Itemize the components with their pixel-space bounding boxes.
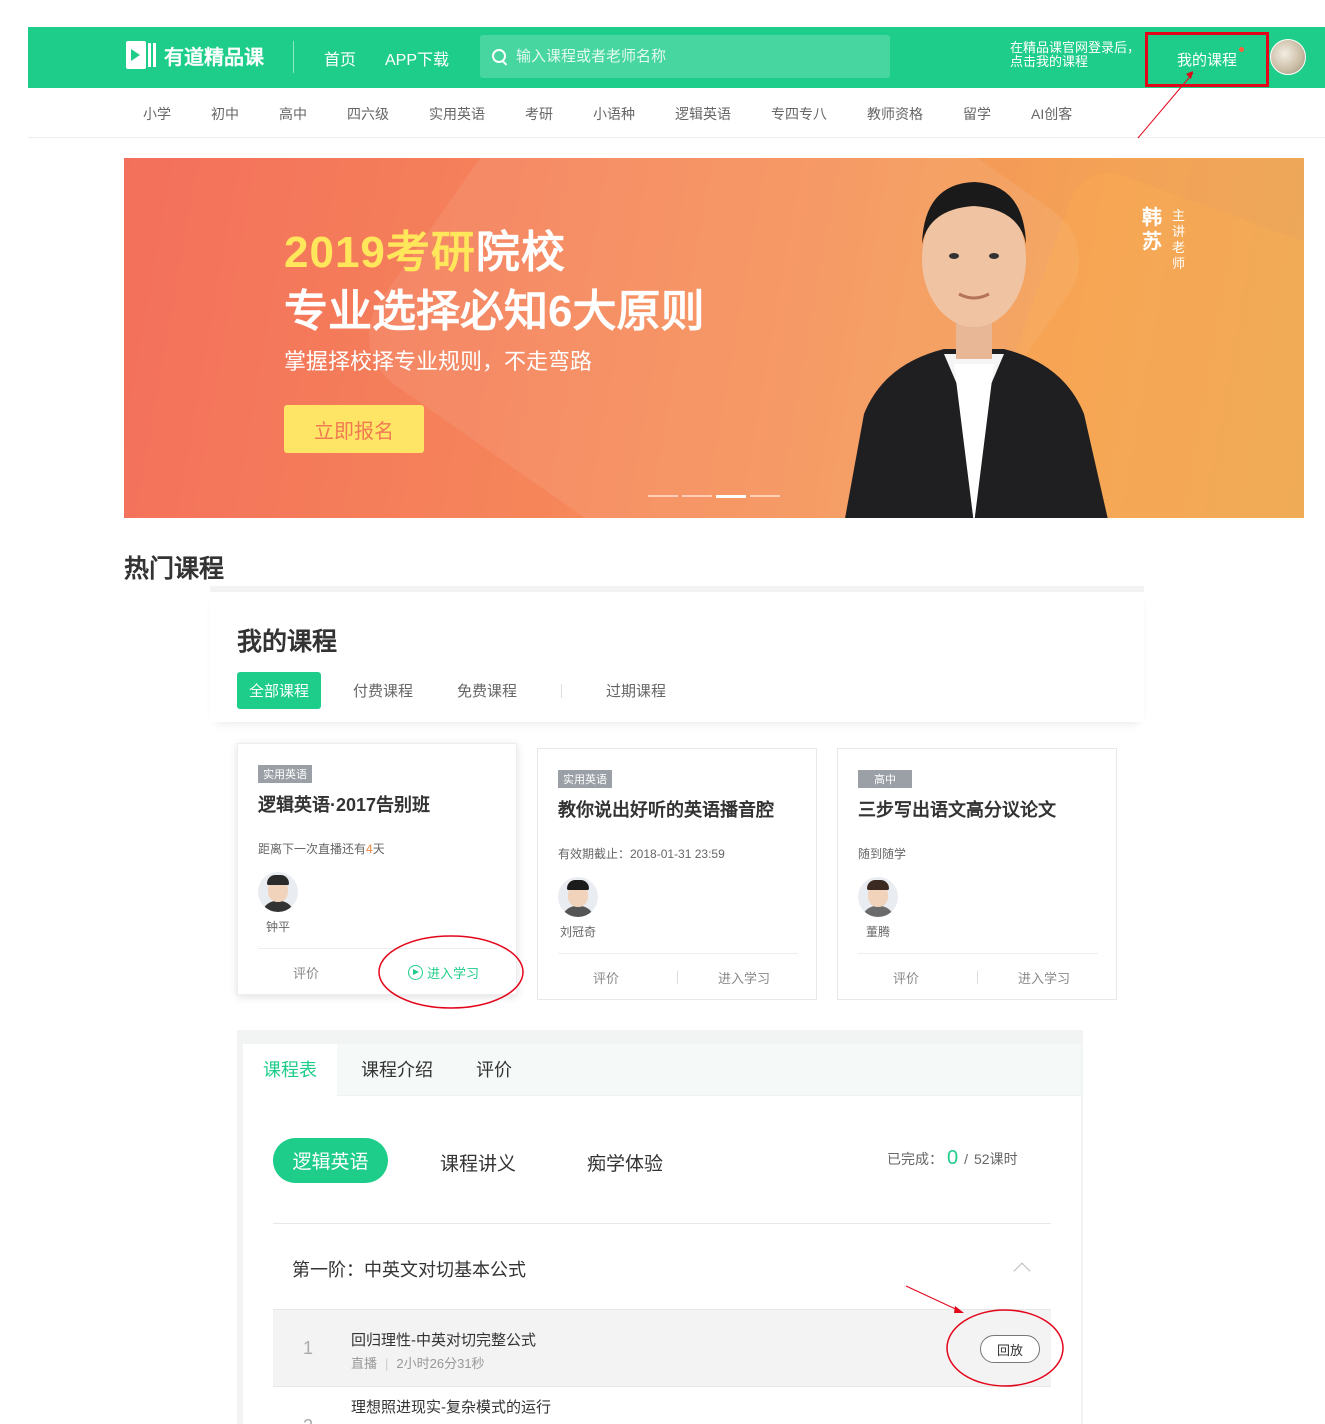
subtab-experience[interactable]: 痴学体验: [587, 1149, 663, 1176]
rate-button[interactable]: 评价: [593, 968, 619, 987]
teacher-avatar: [858, 877, 898, 917]
category-bar: 小学 初中 高中 四六级 实用英语 考研 小语种 逻辑英语 专四专八 教师资格 …: [28, 88, 1325, 138]
teacher-name: 钟平: [265, 920, 290, 934]
banner-subtitle: 掌握择校择专业规则，不走弯路: [284, 349, 593, 374]
banner-headline-2: 专业选择必知6大原则: [284, 287, 705, 336]
course-tag: 实用英语: [558, 770, 612, 788]
completed-count: 0: [947, 1147, 959, 1169]
search-input[interactable]: [516, 48, 866, 65]
teacher-photo: [845, 182, 1108, 518]
tab-introduction[interactable]: 课程介绍: [361, 1044, 433, 1096]
lesson-title: 理想照进现实-复杂模式的运行: [351, 1399, 551, 1416]
search-icon: [492, 48, 508, 65]
lesson-number: 2: [303, 1416, 313, 1424]
carousel-dot[interactable]: [648, 495, 678, 497]
logo-text: 有道精品课: [164, 46, 264, 69]
phase-title[interactable]: 第一阶：中英文对切基本公式: [292, 1256, 526, 1282]
nav-home[interactable]: 首页: [324, 46, 356, 70]
user-avatar[interactable]: [1270, 39, 1306, 75]
tab-expired-courses[interactable]: 过期课程: [606, 680, 666, 701]
tab-separator: [561, 683, 563, 698]
tab-reviews[interactable]: 评价: [476, 1044, 512, 1096]
my-courses-button[interactable]: 我的课程: [1145, 32, 1269, 87]
teacher-name: 刘冠奇: [559, 925, 596, 939]
lesson-title: 回归理性-中英对切完整公式: [351, 1332, 536, 1349]
notification-dot: [1239, 47, 1244, 52]
rate-button[interactable]: 评价: [893, 968, 919, 987]
lesson-number: 1: [303, 1338, 314, 1358]
detail-tabs: 课程表 课程介绍 评价: [243, 1044, 1081, 1096]
carousel-dot[interactable]: [750, 495, 780, 497]
enter-study-button[interactable]: 进入学习: [408, 963, 479, 982]
tab-all-courses[interactable]: 全部课程: [237, 672, 322, 709]
course-tag: 实用英语: [258, 765, 312, 783]
course-title[interactable]: 教你说出好听的英语播音腔: [558, 796, 774, 822]
course-filter-tabs: 全部课程 付费课程 免费课程 过期课程: [237, 672, 710, 709]
banner-signup-button[interactable]: 立即报名: [284, 405, 424, 453]
category-item[interactable]: 专四专八: [771, 104, 827, 124]
enter-study-button[interactable]: 进入学习: [718, 968, 770, 987]
course-status: 距离下一次直播还有4天: [258, 842, 385, 856]
category-item[interactable]: 小语种: [593, 104, 635, 124]
lesson-row[interactable]: 2 理想照进现实-复杂模式的运行: [273, 1388, 1051, 1424]
teacher-name: 董腾: [865, 925, 890, 939]
carousel-dot[interactable]: [682, 495, 712, 497]
lesson-meta: 直播 | 2小时26分31秒: [351, 1356, 485, 1371]
nav-app-download[interactable]: APP下载: [385, 46, 449, 70]
course-card[interactable]: 实用英语 逻辑英语·2017告别班 距离下一次直播还有4天 钟平 评价 进入学习: [237, 743, 517, 995]
category-item[interactable]: 小学: [143, 104, 171, 124]
replay-button[interactable]: 回放: [980, 1335, 1040, 1363]
logo-icon: [126, 41, 156, 69]
teacher-avatar: [558, 877, 598, 917]
category-item[interactable]: 考研: [525, 104, 553, 124]
search-box[interactable]: [480, 35, 890, 78]
category-item[interactable]: 逻辑英语: [675, 104, 731, 124]
category-item[interactable]: 四六级: [347, 104, 389, 124]
completion-progress: 已完成： 0 / 52课时: [887, 1147, 1018, 1169]
course-tag: 高中: [858, 770, 912, 788]
section-title-hot: 热门课程: [124, 555, 225, 583]
teacher-avatar: [258, 872, 298, 912]
my-courses-label: 我的课程: [1176, 52, 1237, 69]
course-detail-panel: 课程表 课程介绍 评价 逻辑英语 课程讲义 痴学体验 已完成： 0 / 52课时…: [237, 1030, 1083, 1424]
category-item[interactable]: 实用英语: [429, 104, 485, 124]
play-circle-icon: [408, 965, 423, 980]
my-courses-title: 我的课程: [237, 628, 338, 656]
course-card[interactable]: 实用英语 教你说出好听的英语播音腔 有效期截止：2018-01-31 23:59…: [537, 748, 817, 1000]
course-title[interactable]: 三步写出语文高分议论文: [858, 796, 1056, 822]
rate-button[interactable]: 评价: [293, 963, 319, 982]
tab-schedule[interactable]: 课程表: [243, 1044, 337, 1096]
login-hint: 在精品课官网登录后，点击我的课程: [1010, 40, 1141, 69]
tab-paid-courses[interactable]: 付费课程: [353, 680, 413, 701]
category-item[interactable]: 高中: [279, 104, 307, 124]
carousel-dot-active[interactable]: [716, 495, 746, 498]
subtab-handouts[interactable]: 课程讲义: [440, 1149, 516, 1176]
logo-divider: [293, 41, 294, 73]
top-navbar: 有道精品课 首页 APP下载 在精品课官网登录后，点击我的课程 我的课程: [28, 27, 1325, 88]
my-courses-panel: 我的课程 全部课程 付费课程 免费课程 过期课程: [210, 586, 1144, 722]
chevron-up-icon[interactable]: [1013, 1262, 1031, 1280]
course-title[interactable]: 逻辑英语·2017告别班: [258, 791, 430, 817]
category-item[interactable]: 留学: [963, 104, 991, 124]
course-status: 有效期截止：2018-01-31 23:59: [558, 847, 725, 861]
carousel-indicators: [648, 495, 780, 498]
total-lessons: 52课时: [974, 1151, 1018, 1167]
course-card[interactable]: 高中 三步写出语文高分议论文 随到随学 董腾 评价 进入学习: [837, 748, 1117, 1000]
course-status: 随到随学: [858, 847, 907, 861]
category-item[interactable]: 教师资格: [867, 104, 923, 124]
site-logo[interactable]: 有道精品课: [126, 40, 264, 70]
banner-teacher-name: 韩苏: [1142, 207, 1162, 253]
lesson-row[interactable]: 1 回归理性-中英对切完整公式 直播 | 2小时26分31秒 回放: [273, 1309, 1051, 1387]
banner-headline: 2019考研院校: [284, 228, 566, 277]
category-item[interactable]: AI创客: [1031, 104, 1072, 124]
promo-banner[interactable]: 2019考研院校 专业选择必知6大原则 掌握择校择专业规则，不走弯路 立即报名 …: [124, 158, 1304, 518]
subtab-logic-english[interactable]: 逻辑英语: [273, 1138, 388, 1183]
banner-teacher-role: 主讲老师: [1172, 208, 1186, 271]
enter-study-button[interactable]: 进入学习: [1018, 968, 1070, 987]
category-item[interactable]: 初中: [211, 104, 239, 124]
tab-free-courses[interactable]: 免费课程: [457, 680, 517, 701]
